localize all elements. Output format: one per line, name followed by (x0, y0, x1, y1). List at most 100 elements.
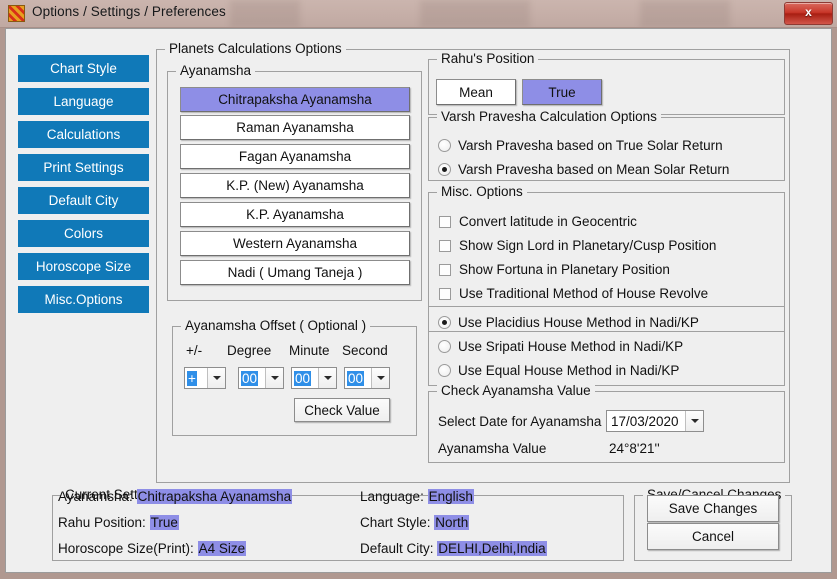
desktop-smudge (230, 0, 300, 27)
combo-value: 00 (239, 368, 265, 388)
current-default-city-value: DELHI,Delhi,India (437, 541, 547, 556)
checkbox-show-fortuna[interactable]: Show Fortuna in Planetary Position (439, 262, 670, 277)
sidebar-item-label: Default City (48, 193, 119, 208)
offset-degree-combo[interactable]: 00 (238, 367, 284, 389)
check-value-button[interactable]: Check Value (294, 398, 390, 422)
sidebar-item-horoscope-size[interactable]: Horoscope Size (18, 253, 149, 280)
checkbox-indicator (439, 239, 451, 252)
radio-indicator (438, 364, 451, 377)
radio-equal-house-method[interactable]: Use Equal House Method in Nadi/KP (438, 363, 679, 378)
current-chart-style-row: Chart Style: North (360, 515, 470, 530)
ayanamsha-option-kp-new[interactable]: K.P. (New) Ayanamsha (180, 173, 410, 198)
sidebar-item-chart-style[interactable]: Chart Style (18, 55, 149, 82)
option-label: Fagan Ayanamsha (238, 149, 352, 164)
radio-label: Varsh Pravesha based on True Solar Retur… (458, 138, 723, 153)
group-title: Planets Calculations Options (165, 41, 346, 56)
sidebar-item-label: Misc.Options (44, 292, 123, 307)
checkbox-traditional-house-revolve[interactable]: Use Traditional Method of House Revolve (439, 286, 708, 301)
ayanamsha-value: 24°8'21'' (609, 441, 660, 456)
current-horoscope-size-row: Horoscope Size(Print): A4 Size (58, 541, 247, 556)
option-label: Chitrapaksha Ayanamsha (218, 92, 372, 107)
ayanamsha-option-nadi[interactable]: Nadi ( Umang Taneja ) (180, 260, 410, 285)
offset-sign-combo[interactable]: + (184, 367, 226, 389)
checkbox-indicator (439, 263, 451, 276)
desktop-smudge (420, 0, 530, 27)
sidebar-item-default-city[interactable]: Default City (18, 187, 149, 214)
sidebar-item-label: Calculations (46, 127, 121, 142)
combo-value-text: 00 (294, 370, 312, 386)
checkbox-indicator (439, 215, 451, 228)
select-date-label: Select Date for Ayanamsha (438, 414, 602, 429)
current-ayanamsha-label: Ayanamsha: (58, 489, 133, 504)
sidebar-item-misc-options[interactable]: Misc.Options (18, 286, 149, 313)
radio-sripati-house-method[interactable]: Use Sripati House Method in Nadi/KP (438, 339, 683, 354)
save-changes-button[interactable]: Save Changes (647, 495, 779, 522)
radio-placidius-house-method[interactable]: Use Placidius House Method in Nadi/KP (438, 315, 699, 330)
offset-second-header: Second (342, 343, 388, 358)
current-language-label: Language: (360, 489, 424, 504)
cancel-button[interactable]: Cancel (647, 523, 779, 550)
combo-value: 00 (292, 368, 318, 388)
combo-value-text: + (187, 370, 197, 386)
option-label: K.P. (New) Ayanamsha (226, 178, 364, 193)
ayanamsha-option-raman[interactable]: Raman Ayanamsha (180, 115, 410, 140)
chevron-down-icon[interactable] (371, 368, 389, 388)
offset-degree-header: Degree (227, 343, 272, 358)
sidebar-item-colors[interactable]: Colors (18, 220, 149, 247)
sidebar-item-label: Print Settings (43, 160, 124, 175)
rahu-true-button[interactable]: True (522, 79, 602, 105)
dialog-client-area: Chart Style Language Calculations Print … (5, 28, 832, 573)
chevron-down-icon[interactable] (318, 368, 336, 388)
current-horoscope-size-label: Horoscope Size(Print): (58, 541, 194, 556)
sidebar-item-print-settings[interactable]: Print Settings (18, 154, 149, 181)
group-title: Check Ayanamsha Value (437, 383, 595, 398)
offset-sign-header: +/- (186, 343, 203, 358)
rahu-mean-button[interactable]: Mean (436, 79, 516, 105)
offset-minute-header: Minute (289, 343, 330, 358)
radio-label: Use Equal House Method in Nadi/KP (458, 363, 680, 378)
current-default-city-row: Default City: DELHI,Delhi,India (360, 541, 547, 556)
ayanamsha-option-fagan[interactable]: Fagan Ayanamsha (180, 144, 410, 169)
radio-label: Varsh Pravesha based on Mean Solar Retur… (458, 162, 730, 177)
radio-label: Use Sripati House Method in Nadi/KP (458, 339, 684, 354)
varsh-option-mean-solar-return[interactable]: Varsh Pravesha based on Mean Solar Retur… (438, 162, 729, 177)
current-rahu-value: True (149, 515, 179, 530)
chevron-down-icon[interactable] (207, 368, 225, 388)
close-button[interactable]: x (784, 2, 833, 25)
option-label: Nadi ( Umang Taneja ) (227, 265, 363, 280)
current-language-row: Language: English (360, 489, 474, 504)
checkbox-label: Show Sign Lord in Planetary/Cusp Positio… (459, 238, 717, 253)
checkbox-convert-latitude-geocentric[interactable]: Convert latitude in Geocentric (439, 214, 637, 229)
ayanamsha-option-kp[interactable]: K.P. Ayanamsha (180, 202, 410, 227)
option-label: Western Ayanamsha (232, 236, 358, 251)
ayanamsha-option-western[interactable]: Western Ayanamsha (180, 231, 410, 256)
radio-indicator (438, 316, 451, 329)
chevron-down-icon[interactable] (685, 411, 703, 431)
combo-value-text: 00 (347, 370, 365, 386)
current-horoscope-size-value: A4 Size (197, 541, 247, 556)
ayanamsha-date-combo[interactable]: 17/03/2020 (606, 410, 704, 432)
sidebar-item-label: Chart Style (50, 61, 117, 76)
sidebar-item-calculations[interactable]: Calculations (18, 121, 149, 148)
sidebar-item-language[interactable]: Language (18, 88, 149, 115)
offset-second-combo[interactable]: 00 (344, 367, 390, 389)
window-titlebar: Options / Settings / Preferences x (0, 0, 837, 28)
sidebar-item-label: Colors (63, 226, 103, 241)
option-label: K.P. Ayanamsha (246, 207, 344, 222)
chevron-down-icon[interactable] (265, 368, 283, 388)
combo-value-text: 00 (241, 370, 259, 386)
group-title: Varsh Pravesha Calculation Options (437, 109, 661, 124)
combo-value: + (185, 368, 207, 388)
radio-indicator (438, 139, 451, 152)
button-label: Check Value (304, 402, 380, 418)
ayanamsha-option-chitrapaksha[interactable]: Chitrapaksha Ayanamsha (180, 87, 410, 112)
current-language-value: English (427, 489, 474, 504)
options-window: Options / Settings / Preferences x Chart… (0, 0, 837, 579)
button-label: Save Changes (668, 501, 758, 516)
varsh-option-true-solar-return[interactable]: Varsh Pravesha based on True Solar Retur… (438, 138, 723, 153)
checkbox-show-sign-lord[interactable]: Show Sign Lord in Planetary/Cusp Positio… (439, 238, 716, 253)
checkbox-label: Convert latitude in Geocentric (459, 214, 637, 229)
offset-minute-combo[interactable]: 00 (291, 367, 337, 389)
window-title: Options / Settings / Preferences (32, 4, 226, 19)
current-rahu-label: Rahu Position: (58, 515, 146, 530)
